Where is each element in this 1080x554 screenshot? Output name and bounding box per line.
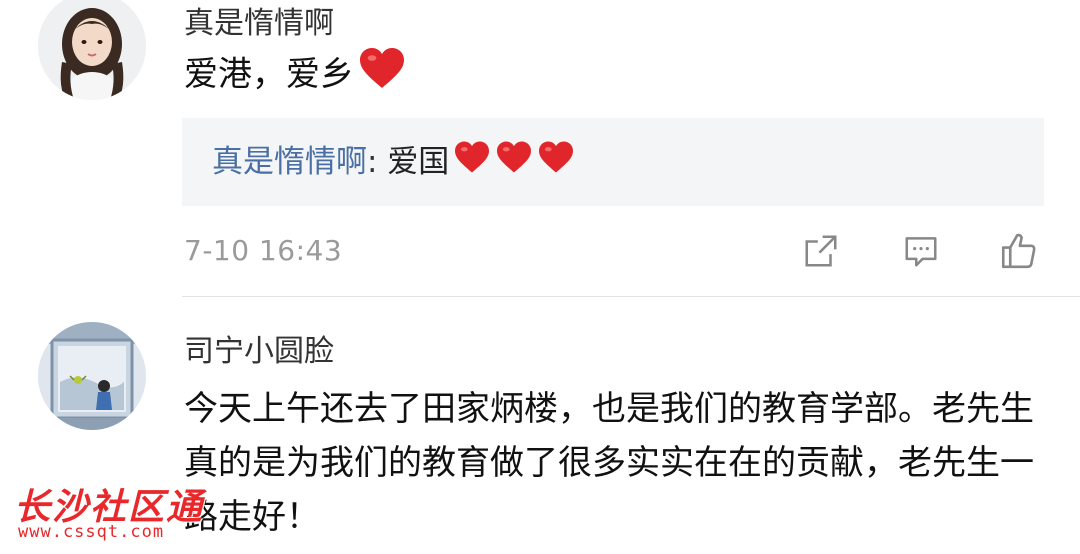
reply-button[interactable] (900, 230, 942, 272)
comment-timestamp: 7-10 16:43 (184, 234, 343, 267)
share-button[interactable] (800, 230, 842, 272)
comment-username[interactable]: 司宁小圆脸 (184, 326, 334, 370)
comment-divider (182, 296, 1080, 297)
heart-icon (495, 140, 533, 188)
heart-icon (453, 140, 491, 188)
reply-text: 爱国 (387, 144, 450, 180)
comment-text-content: 爱港，爱乡 (184, 54, 354, 95)
watermark-url: www.cssqt.com (18, 522, 165, 542)
heart-icon (537, 140, 575, 188)
share-icon (805, 235, 837, 267)
reply-separator: : (367, 144, 388, 180)
heart-icon (358, 46, 406, 106)
avatar-image (38, 0, 146, 100)
comment-text: 爱港，爱乡 (184, 46, 406, 106)
comment-icon (905, 237, 937, 267)
comment-text: 今天上午还去了田家炳楼，也是我们的教育学部。老先生真的是为我们的教育做了很多实实… (184, 389, 1034, 537)
thumbs-up-icon (1001, 233, 1036, 269)
reply-line: 真是惰情啊: 爱国 (212, 138, 575, 188)
reply-box[interactable]: 真是惰情啊: 爱国 (182, 118, 1044, 206)
comment-username[interactable]: 真是惰情啊 (184, 0, 334, 42)
reply-username[interactable]: 真是惰情啊 (212, 144, 367, 180)
avatar[interactable] (38, 0, 146, 100)
avatar-image (38, 322, 146, 430)
like-button[interactable] (998, 230, 1040, 272)
avatar[interactable] (38, 322, 146, 430)
watermark: 长沙社区通 www.cssqt.com (8, 478, 218, 554)
